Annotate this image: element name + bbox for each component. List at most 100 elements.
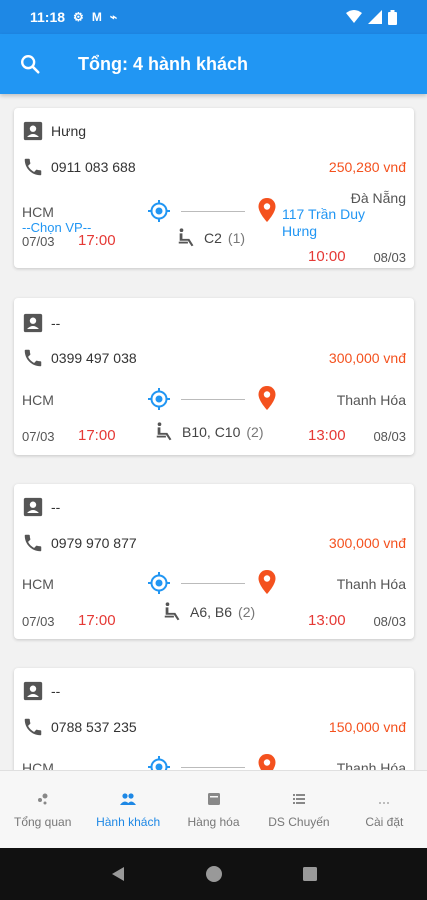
signal-icon bbox=[368, 10, 382, 24]
passenger-phone[interactable]: 0788 537 235 bbox=[51, 719, 137, 735]
nav-settings[interactable]: Cài đặt bbox=[342, 771, 427, 848]
search-icon bbox=[21, 55, 40, 74]
status-bar: 11:18 ⚙ M ⌁ bbox=[0, 0, 427, 34]
arrival-date: 08/03 bbox=[373, 429, 406, 444]
seat-icon bbox=[164, 602, 180, 621]
nav-label: Hành khách bbox=[96, 814, 161, 829]
destination-pin-icon bbox=[258, 570, 276, 594]
passenger-phone[interactable]: 0911 083 688 bbox=[51, 159, 136, 175]
nav-cargo[interactable]: Hàng hóa bbox=[171, 771, 256, 848]
recents-icon[interactable] bbox=[302, 866, 318, 882]
search-button[interactable] bbox=[0, 34, 60, 94]
destination-pin-icon bbox=[258, 386, 276, 410]
nav-trip-list[interactable]: DS Chuyến bbox=[256, 771, 341, 848]
destination-office[interactable]: 117 Trần Duy Hưng bbox=[282, 206, 402, 240]
passenger-name: -- bbox=[51, 315, 61, 331]
destination: Đà Nẵng bbox=[350, 190, 406, 206]
nav-label: Hàng hóa bbox=[187, 814, 240, 829]
destination-pin-icon bbox=[258, 754, 276, 770]
contact-icon bbox=[23, 121, 43, 141]
origin: HCM bbox=[22, 392, 54, 408]
passenger-card[interactable]: -- 0788 537 235 150,000 vnđ HCM Thanh Hó… bbox=[14, 668, 414, 770]
contact-icon bbox=[23, 497, 43, 517]
arrival-date: 08/03 bbox=[373, 614, 406, 629]
location-target-icon bbox=[148, 388, 170, 410]
location-target-icon bbox=[148, 572, 170, 594]
seat-numbers: B10, C10 bbox=[182, 424, 241, 440]
destination: Thanh Hóa bbox=[336, 760, 406, 770]
passenger-name: -- bbox=[51, 683, 61, 699]
destination-pin-icon bbox=[258, 198, 276, 222]
wifi-icon bbox=[346, 10, 362, 23]
passenger-card[interactable]: Hưng 0911 083 688 250,280 vnđ HCM --Chọn… bbox=[14, 108, 414, 268]
ticket-price: 250,280 vnđ bbox=[328, 159, 406, 175]
ticket-price: 300,000 vnđ bbox=[328, 535, 406, 551]
battery-icon bbox=[388, 9, 397, 25]
departure-time: 17:00 bbox=[78, 427, 116, 444]
nav-overview[interactable]: Tổng quan bbox=[0, 771, 85, 848]
seat-count: (1) bbox=[227, 230, 246, 246]
bottom-navigation: Tổng quan Hành khách Hàng hóa DS Chuyến … bbox=[0, 770, 427, 848]
departure-time: 17:00 bbox=[78, 232, 116, 249]
nav-label: DS Chuyến bbox=[268, 814, 330, 829]
app-bar: Tổng: 4 hành khách bbox=[0, 34, 427, 94]
settings-status-icon: ⚙ bbox=[73, 10, 84, 24]
seat-count: (2) bbox=[246, 424, 264, 440]
arrival-time: 13:00 bbox=[308, 427, 346, 444]
route-line bbox=[147, 754, 277, 770]
phone-icon[interactable] bbox=[22, 347, 44, 369]
arrival-time: 10:00 bbox=[308, 248, 346, 265]
ticket-price: 150,000 vnđ bbox=[328, 719, 406, 735]
location-target-icon bbox=[148, 756, 170, 770]
list-icon bbox=[291, 791, 307, 807]
seat-icon bbox=[178, 228, 194, 247]
destination: Thanh Hóa bbox=[336, 576, 406, 592]
gmail-status-icon: M bbox=[91, 10, 102, 24]
arrival-time: 13:00 bbox=[308, 612, 346, 629]
overview-icon bbox=[35, 791, 51, 807]
ticket-price: 300,000 vnđ bbox=[328, 350, 406, 366]
route-line bbox=[147, 570, 277, 596]
arrival-date: 08/03 bbox=[373, 250, 406, 265]
origin: HCM bbox=[22, 576, 54, 592]
departure-date: 07/03 bbox=[22, 614, 55, 629]
passenger-name: Hưng bbox=[51, 123, 87, 139]
passenger-card[interactable]: -- 0979 970 877 300,000 vnđ HCM Thanh Hó… bbox=[14, 484, 414, 639]
passenger-name: -- bbox=[51, 499, 61, 515]
passenger-phone[interactable]: 0979 970 877 bbox=[51, 535, 137, 551]
contact-icon bbox=[23, 681, 43, 701]
more-icon bbox=[376, 791, 392, 807]
passenger-list[interactable]: Hưng 0911 083 688 250,280 vnđ HCM --Chọn… bbox=[0, 94, 427, 770]
location-target-icon bbox=[148, 200, 170, 222]
departure-date: 07/03 bbox=[22, 429, 55, 444]
usb-status-icon: ⌁ bbox=[109, 10, 118, 24]
seat-info: B10, C10 (2) bbox=[154, 420, 264, 444]
passenger-phone[interactable]: 0399 497 038 bbox=[51, 350, 137, 366]
route-line bbox=[147, 198, 277, 224]
cargo-icon bbox=[206, 791, 222, 807]
system-navigation-bar bbox=[0, 848, 427, 900]
destination: Thanh Hóa bbox=[336, 392, 406, 408]
home-icon[interactable] bbox=[205, 865, 223, 883]
nav-label: Tổng quan bbox=[14, 814, 72, 829]
status-time: 11:18 bbox=[30, 9, 66, 25]
people-icon bbox=[120, 791, 137, 807]
seat-info: A6, B6 (2) bbox=[162, 600, 255, 624]
seat-numbers: C2 bbox=[204, 230, 222, 246]
passenger-card[interactable]: -- 0399 497 038 300,000 vnđ HCM Thanh Hó… bbox=[14, 298, 414, 455]
phone-icon[interactable] bbox=[22, 532, 44, 554]
seat-icon bbox=[156, 422, 172, 441]
phone-icon[interactable] bbox=[22, 156, 44, 178]
seat-info: C2 (1) bbox=[176, 226, 245, 250]
contact-icon bbox=[23, 313, 43, 333]
seat-count: (2) bbox=[238, 604, 256, 620]
origin: HCM bbox=[22, 204, 54, 220]
origin: HCM bbox=[22, 760, 54, 770]
page-title: Tổng: 4 hành khách bbox=[78, 53, 249, 74]
back-icon[interactable] bbox=[109, 865, 127, 883]
departure-time: 17:00 bbox=[78, 612, 116, 629]
seat-numbers: A6, B6 bbox=[190, 604, 233, 620]
nav-label: Cài đặt bbox=[365, 814, 404, 829]
phone-icon[interactable] bbox=[22, 716, 44, 738]
nav-passengers[interactable]: Hành khách bbox=[85, 771, 170, 848]
